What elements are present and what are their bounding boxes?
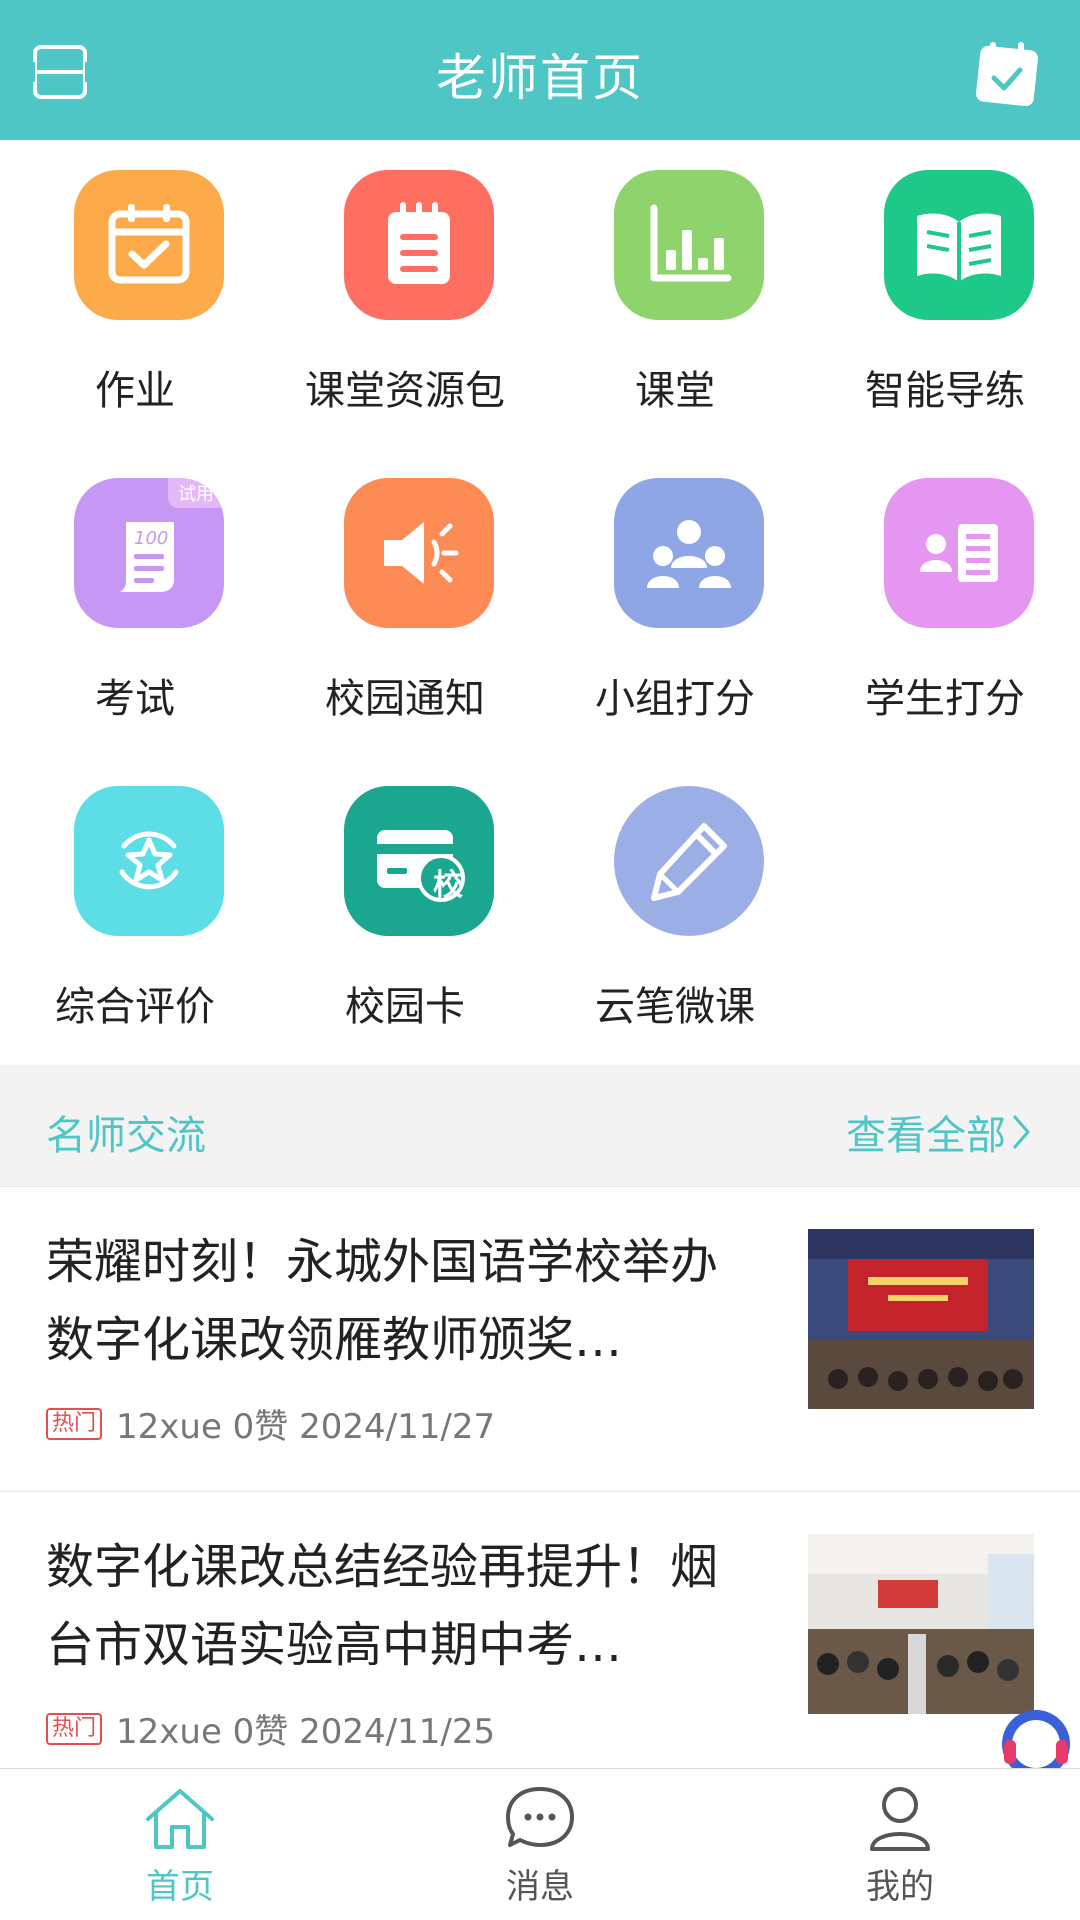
news-headline: 荣耀时刻！永城外国语学校举办数字化课改领雁教师颁奖…	[46, 1234, 719, 1368]
bar-chart-icon	[614, 170, 764, 320]
grid-item-group-score[interactable]: 小组打分	[540, 448, 810, 748]
news-thumbnail	[808, 1534, 1034, 1714]
grid-item-label: 考试	[95, 676, 175, 722]
view-all-label: 查看全部	[846, 1113, 1006, 1159]
section-header: 名师交流 查看全部	[0, 1065, 1080, 1187]
grid-item-evaluation[interactable]: 综合评价	[0, 756, 270, 1056]
nav-label: 我的	[866, 1867, 934, 1907]
grid-item-campus-card[interactable]: 校 校园卡	[270, 756, 540, 1056]
grid-item-micro-lesson[interactable]: 云笔微课	[540, 756, 810, 1056]
news-thumbnail	[808, 1229, 1034, 1409]
news-meta: 热门 12xue 0赞 2024/11/27	[46, 1399, 495, 1448]
grid-item-classroom[interactable]: 课堂	[540, 140, 810, 440]
news-meta-text: 12xue 0赞 2024/11/27	[116, 1407, 496, 1447]
grid-item-student-score[interactable]: 学生打分	[810, 448, 1080, 748]
nav-label: 首页	[146, 1867, 214, 1907]
news-item[interactable]: 数字化课改总结经验再提升！烟台市双语实验高中期中考… 热门 12xue 0赞 2…	[0, 1492, 1080, 1797]
nav-profile[interactable]: 我的	[800, 1783, 1000, 1913]
chat-icon	[506, 1787, 574, 1847]
school-card-char: 校	[433, 868, 463, 903]
grid-item-smart-practice[interactable]: 智能导练	[810, 140, 1080, 440]
grid-item-label: 学生打分	[865, 676, 1025, 722]
hot-badge: 热门	[46, 1407, 103, 1440]
page-title: 老师首页	[436, 49, 644, 107]
trial-badge: 试用	[168, 478, 224, 508]
grid-item-label: 智能导练	[865, 368, 1025, 414]
grid-item-label: 校园卡	[345, 984, 465, 1030]
notepad-icon	[344, 170, 494, 320]
view-all-link[interactable]: 查看全部	[846, 1103, 1032, 1161]
person-icon	[870, 1787, 930, 1851]
nav-messages[interactable]: 消息	[440, 1783, 640, 1913]
grid-item-exam[interactable]: 试用 100 考试	[0, 448, 270, 748]
student-card-icon	[884, 478, 1034, 628]
svg-text:100: 100	[134, 528, 168, 549]
checkin-calendar-icon[interactable]	[974, 38, 1040, 108]
nav-label: 消息	[506, 1867, 574, 1907]
hot-badge: 热门	[46, 1712, 103, 1745]
news-item[interactable]: 荣耀时刻！永城外国语学校举办数字化课改领雁教师颁奖… 热门 12xue 0赞 2…	[0, 1187, 1080, 1492]
grid-item-label: 校园通知	[325, 676, 485, 722]
calendar-check-icon	[74, 170, 224, 320]
nav-home[interactable]: 首页	[80, 1783, 280, 1913]
grid-item-label: 云笔微课	[595, 984, 755, 1030]
grid-item-label: 作业	[95, 368, 175, 414]
grid-item-label: 课堂资源包	[305, 368, 505, 414]
grid-item-resource-pack[interactable]: 课堂资源包	[270, 140, 540, 440]
grid-item-label: 综合评价	[55, 984, 215, 1030]
pencil-icon	[614, 786, 764, 936]
home-icon	[146, 1789, 214, 1849]
news-meta: 热门 12xue 0赞 2024/11/25	[46, 1704, 495, 1753]
bottom-nav: 首页 消息 我的	[0, 1768, 1080, 1920]
news-headline: 数字化课改总结经验再提升！烟台市双语实验高中期中考…	[46, 1539, 719, 1673]
star-badge-icon	[74, 786, 224, 936]
feature-grid: 作业 课堂资源包 课堂 智能导练 试用 100 考试 校园通知 小组打分 学生打…	[0, 140, 1080, 1065]
open-book-icon	[884, 170, 1034, 320]
grid-item-label: 课堂	[635, 368, 715, 414]
top-bar: 老师首页	[0, 0, 1080, 140]
grid-item-homework[interactable]: 作业	[0, 140, 270, 440]
speaker-icon	[344, 478, 494, 628]
group-icon	[614, 478, 764, 628]
section-title: 名师交流	[46, 1113, 206, 1159]
grid-item-label: 小组打分	[595, 676, 755, 722]
news-meta-text: 12xue 0赞 2024/11/25	[116, 1712, 496, 1752]
grid-item-campus-notice[interactable]: 校园通知	[270, 448, 540, 748]
chevron-right-icon	[1012, 1115, 1030, 1149]
school-card-icon: 校	[344, 786, 494, 936]
exam-paper-icon: 试用 100	[74, 478, 224, 628]
